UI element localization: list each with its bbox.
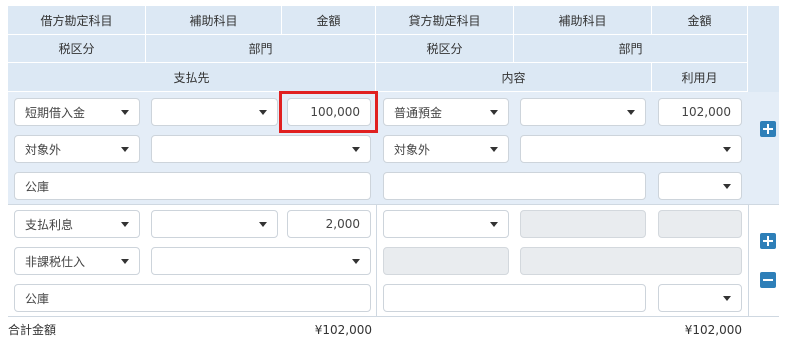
header-payee: 支払先 <box>8 63 376 92</box>
chevron-down-icon <box>723 296 731 301</box>
debit-amount-input[interactable]: 2,000 <box>287 210 371 238</box>
column-divider <box>748 204 749 316</box>
chevron-down-icon <box>352 147 360 152</box>
add-row-button[interactable] <box>760 121 776 137</box>
credit-amount-input-disabled <box>658 210 742 238</box>
header-credit-sub: 補助科目 <box>514 6 652 35</box>
usage-month-select[interactable] <box>658 284 742 312</box>
header-content: 内容 <box>376 63 652 92</box>
header-credit-amount: 金額 <box>652 6 748 35</box>
total-label: 合計金額 <box>8 323 57 337</box>
chevron-down-icon <box>259 110 267 115</box>
header-debit-tax: 税区分 <box>8 35 146 63</box>
credit-total: ¥102,000 <box>684 323 742 337</box>
debit-account-value: 短期借入金 <box>25 105 86 120</box>
header-debit-sub: 補助科目 <box>146 6 282 35</box>
debit-tax-select[interactable]: 非課税仕入 <box>14 247 140 275</box>
chevron-down-icon <box>121 259 129 264</box>
credit-sub-select-disabled <box>520 210 646 238</box>
usage-month-select[interactable] <box>658 172 742 200</box>
chevron-down-icon <box>490 110 498 115</box>
row-divider <box>8 316 779 317</box>
credit-amount-value: 102,000 <box>681 105 731 119</box>
highlight-box <box>279 91 378 133</box>
debit-total: ¥102,000 <box>314 323 372 337</box>
content-input[interactable] <box>383 284 646 312</box>
payee-value: 公庫 <box>25 291 50 306</box>
chevron-down-icon <box>121 147 129 152</box>
debit-account-select[interactable]: 短期借入金 <box>14 98 140 126</box>
chevron-down-icon <box>490 222 498 227</box>
column-divider <box>376 204 377 316</box>
credit-dept-select[interactable] <box>520 135 742 163</box>
header-debit-amount: 金額 <box>282 6 376 35</box>
payee-input[interactable]: 公庫 <box>14 284 371 312</box>
header-debit-dept: 部門 <box>146 35 376 63</box>
debit-account-select[interactable]: 支払利息 <box>14 210 140 238</box>
credit-account-select[interactable]: 普通預金 <box>383 98 509 126</box>
credit-tax-select[interactable]: 対象外 <box>383 135 509 163</box>
debit-account-value: 支払利息 <box>25 217 74 232</box>
remove-row-button[interactable] <box>760 272 776 288</box>
header-credit-dept: 部門 <box>514 35 748 63</box>
credit-sub-select[interactable] <box>520 98 646 126</box>
chevron-down-icon <box>627 110 635 115</box>
header-usage-month: 利用月 <box>652 63 748 92</box>
debit-sub-select[interactable] <box>151 210 278 238</box>
content-input[interactable] <box>383 172 646 200</box>
payee-input[interactable]: 公庫 <box>14 172 371 200</box>
credit-account-value: 普通預金 <box>394 105 443 120</box>
payee-value: 公庫 <box>25 179 50 194</box>
chevron-down-icon <box>121 110 129 115</box>
debit-tax-value: 対象外 <box>25 142 62 157</box>
debit-tax-value: 非課税仕入 <box>25 254 86 269</box>
chevron-down-icon <box>259 222 267 227</box>
credit-amount-input[interactable]: 102,000 <box>658 98 742 126</box>
chevron-down-icon <box>490 147 498 152</box>
journal-entry-form: 借方勘定科目 補助科目 金額 貸方勘定科目 補助科目 金額 税区分 部門 税区分… <box>0 0 800 346</box>
credit-tax-value: 対象外 <box>394 142 431 157</box>
debit-dept-select[interactable] <box>151 135 371 163</box>
credit-tax-select-disabled <box>383 247 509 275</box>
chevron-down-icon <box>121 222 129 227</box>
header-debit-account: 借方勘定科目 <box>8 6 146 35</box>
debit-amount-value: 2,000 <box>325 217 360 231</box>
debit-sub-select[interactable] <box>151 98 278 126</box>
chevron-down-icon <box>723 147 731 152</box>
chevron-down-icon <box>723 184 731 189</box>
debit-tax-select[interactable]: 対象外 <box>14 135 140 163</box>
row-divider <box>8 204 779 205</box>
header-credit-tax: 税区分 <box>376 35 514 63</box>
chevron-down-icon <box>352 259 360 264</box>
debit-dept-select[interactable] <box>151 247 371 275</box>
credit-dept-select-disabled <box>520 247 742 275</box>
credit-account-select[interactable] <box>383 210 509 238</box>
add-row-button[interactable] <box>760 233 776 249</box>
header-credit-account: 貸方勘定科目 <box>376 6 514 35</box>
